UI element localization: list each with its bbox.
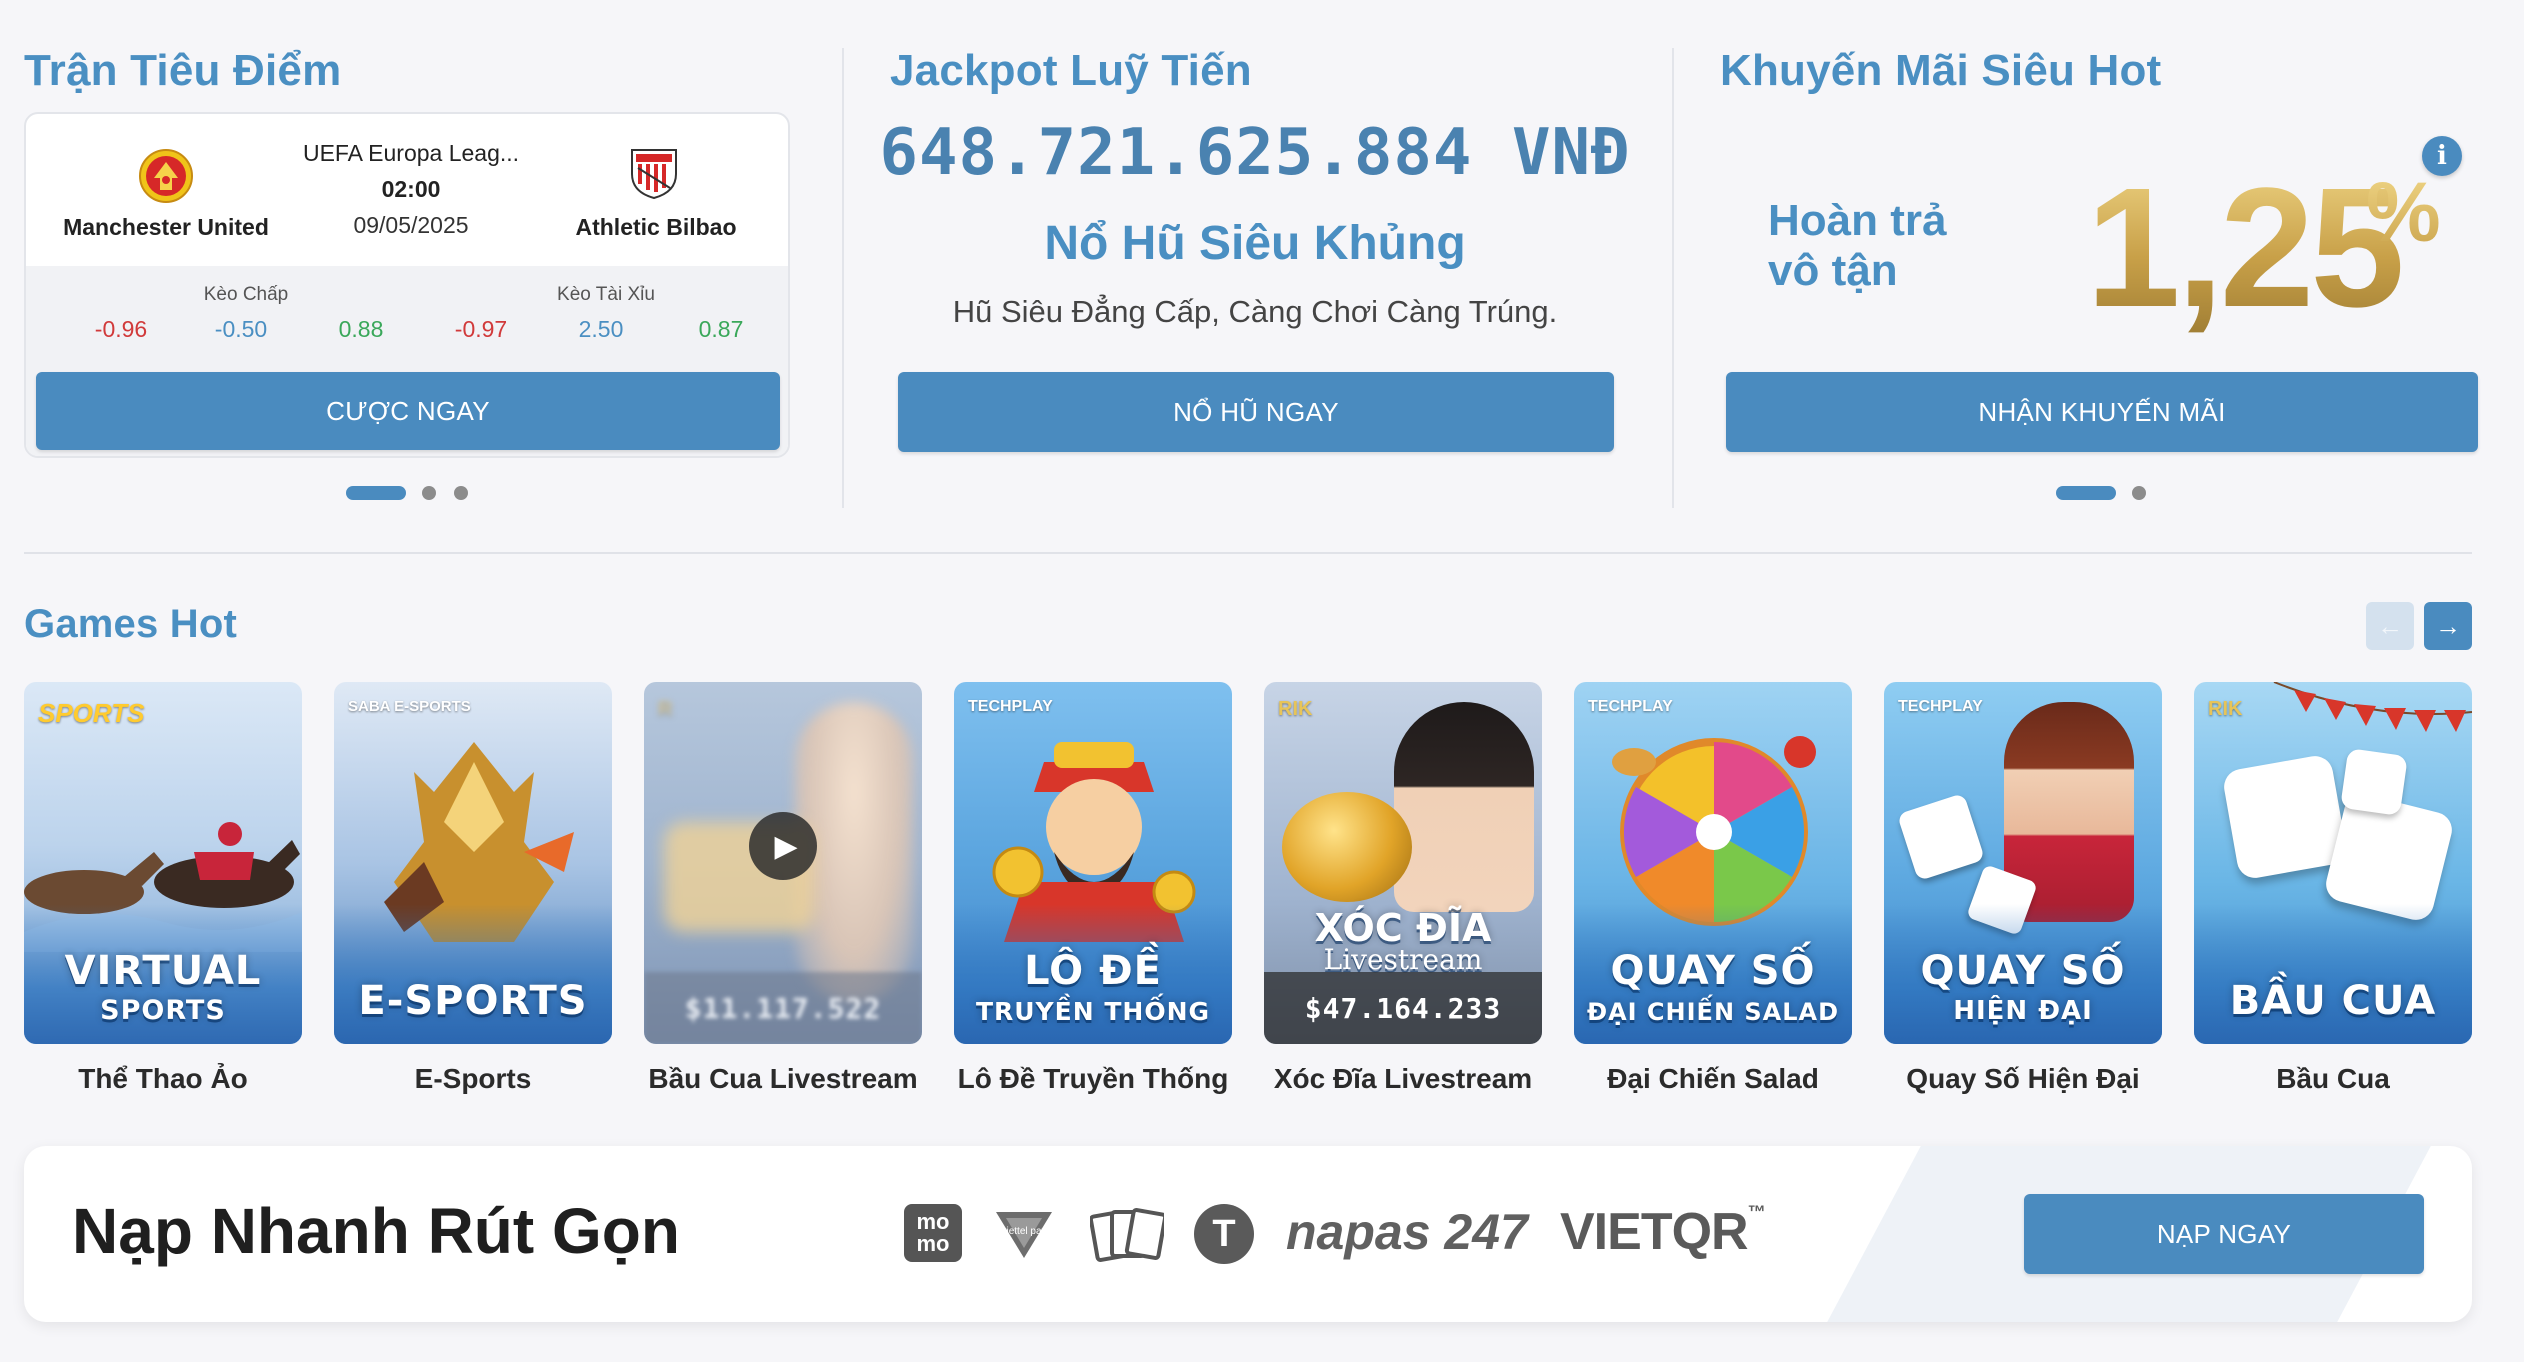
game-label[interactable]: E-Sports	[334, 1063, 612, 1095]
game-card-esports[interactable]: SABA E-SPORTS E-SPORTS	[334, 682, 612, 1044]
promo-carousel-dot-active[interactable]	[2056, 486, 2116, 500]
promo-title: Khuyến Mãi Siêu Hot	[1720, 46, 2162, 95]
promo-percent: %	[2366, 165, 2441, 259]
featured-carousel-dot-3[interactable]	[454, 486, 468, 500]
handicap-odd-line[interactable]: -0.50	[196, 316, 286, 343]
game-art-title: E-SPORTS	[358, 978, 588, 1024]
play-icon[interactable]: ▶	[749, 812, 817, 880]
manchester-united-logo	[139, 149, 193, 203]
game-art-subtitle: ĐẠI CHIẾN SALAD	[1586, 998, 1840, 1026]
provider-logo: RIK	[2208, 698, 2243, 720]
promo-rate: 1,25	[2086, 150, 2405, 346]
momo-icon: mo mo	[904, 1204, 962, 1262]
jackpot-amount: 648.721.625.884 VNĐ	[879, 116, 1631, 190]
athletic-bilbao-logo	[631, 149, 677, 200]
featured-title: Trận Tiêu Điểm	[24, 46, 342, 95]
provider-logo: RIK	[1278, 698, 1313, 720]
provider-logo: SABA E-SPORTS	[348, 698, 471, 715]
dice-art	[2340, 748, 2408, 816]
game-art-title: VIRTUAL	[64, 948, 262, 994]
overunder-odd-under[interactable]: 0.87	[676, 316, 766, 343]
game-card-quayso[interactable]: TECHPLAY QUAY SỐ HIỆN ĐẠI	[1884, 682, 2162, 1044]
match-date: 09/05/2025	[353, 212, 469, 238]
game-label[interactable]: Bầu Cua	[2194, 1063, 2472, 1095]
match-time: 02:00	[381, 176, 441, 202]
host-art	[1394, 702, 1534, 912]
info-icon[interactable]: i	[2422, 136, 2462, 176]
game-art-title: LÔ ĐỀ	[1024, 948, 1162, 994]
dice-bowl-art	[1282, 792, 1412, 902]
promo-line-1: Hoàn trả	[1768, 196, 1947, 245]
tether-icon: T	[1194, 1204, 1254, 1264]
home-team-name: Manchester United	[63, 214, 269, 240]
column-divider	[842, 48, 844, 508]
game-art-subtitle: SPORTS	[100, 995, 226, 1026]
featured-carousel-dot-2[interactable]	[422, 486, 436, 500]
game-art-subtitle: HIỆN ĐẠI	[1953, 996, 2093, 1026]
games-hot-title: Games Hot	[24, 602, 237, 646]
provider-logo: TECHPLAY	[1588, 698, 1673, 715]
deposit-now-button[interactable]: NẠP NGAY	[2024, 1194, 2424, 1274]
dice-art	[1896, 792, 1986, 882]
game-jackpot: $47.164.233	[1264, 972, 1542, 1044]
game-label[interactable]: Quay Số Hiện Đại	[1884, 1063, 2162, 1095]
featured-carousel-dot-active[interactable]	[346, 486, 406, 500]
game-card-baucua[interactable]: RIK BẦU CUA	[2194, 682, 2472, 1044]
game-label[interactable]: Bầu Cua Livestream	[644, 1063, 922, 1095]
game-card-xocdia[interactable]: RIK XÓC ĐĨA Livestream $47.164.233	[1264, 682, 1542, 1044]
card-icon	[1090, 1204, 1164, 1262]
handicap-odd-home[interactable]: -0.96	[76, 316, 166, 343]
overunder-label: Kèo Tài Xỉu	[557, 284, 655, 305]
provider-logo: R	[658, 698, 673, 720]
game-art-title: BẦU CUA	[2229, 978, 2437, 1024]
game-label[interactable]: Xóc Đĩa Livestream	[1264, 1063, 1542, 1095]
game-label[interactable]: Thể Thao Ảo	[24, 1063, 302, 1095]
game-label[interactable]: Đại Chiến Salad	[1574, 1063, 1852, 1095]
game-label[interactable]: Lô Đề Truyền Thống	[954, 1063, 1232, 1095]
games-prev-button[interactable]: ←	[2366, 602, 2414, 650]
game-card-salad[interactable]: TECHPLAY QUAY SỐ ĐẠI CHIẾN SALAD	[1574, 682, 1852, 1044]
handicap-odd-away[interactable]: 0.88	[316, 316, 406, 343]
column-divider	[1672, 48, 1674, 508]
napas-icon: napas 247	[1286, 1204, 1528, 1260]
promo-line-2: vô tận	[1768, 246, 1898, 295]
overunder-odd-over[interactable]: -0.97	[436, 316, 526, 343]
league-name: UEFA Europa Leag...	[302, 140, 520, 166]
game-art-title: QUAY SỐ	[1610, 948, 1816, 994]
game-jackpot: $11.117.522	[644, 972, 922, 1044]
game-card-virtual-sports[interactable]: SPORTS VIRTUAL SPORTS	[24, 682, 302, 1044]
provider-logo: TECHPLAY	[1898, 698, 1983, 715]
jackpot-headline: Nổ Hũ Siêu Khủng	[1044, 217, 1466, 270]
game-art-subtitle: TRUYỀN THỐNG	[975, 997, 1211, 1026]
overunder-odd-line[interactable]: 2.50	[556, 316, 646, 343]
jackpot-subtitle: Hũ Siêu Đẳng Cấp, Càng Chơi Càng Trúng.	[952, 294, 1558, 329]
games-next-button[interactable]: →	[2424, 602, 2472, 650]
game-art-title: QUAY SỐ	[1920, 948, 2126, 994]
vietqr-icon: VIETQR ™	[1560, 1202, 1766, 1261]
game-card-baucua-livestream[interactable]: R ▶ $11.117.522	[644, 682, 922, 1044]
section-divider	[24, 552, 2472, 554]
provider-logo: SPORTS	[38, 698, 145, 728]
provider-logo: TECHPLAY	[968, 698, 1053, 715]
bet-now-button[interactable]: CƯỢC NGAY	[36, 372, 780, 450]
handicap-label: Kèo Chấp	[203, 284, 289, 305]
viettel-pay-icon: viettel pay	[992, 1202, 1056, 1264]
game-card-lode[interactable]: TECHPLAY LÔ ĐỀ TRUYỀN THỐNG	[954, 682, 1232, 1044]
away-team-name: Athletic Bilbao	[575, 214, 737, 240]
deposit-banner: Nạp Nhanh Rút Gọn mo mo viettel pay T na…	[24, 1146, 2472, 1322]
dice-art	[2221, 753, 2349, 881]
deposit-title: Nạp Nhanh Rút Gọn	[72, 1195, 680, 1267]
promo-carousel-dot-2[interactable]	[2132, 486, 2146, 500]
jackpot-title: Jackpot Luỹ Tiến	[890, 46, 1252, 95]
promo-button[interactable]: NHẬN KHUYẾN MÃI	[1726, 372, 2478, 452]
match-card[interactable]: Manchester United UEFA Europa Leag... 02…	[24, 112, 790, 458]
jackpot-button[interactable]: NỔ HŨ NGAY	[898, 372, 1614, 452]
